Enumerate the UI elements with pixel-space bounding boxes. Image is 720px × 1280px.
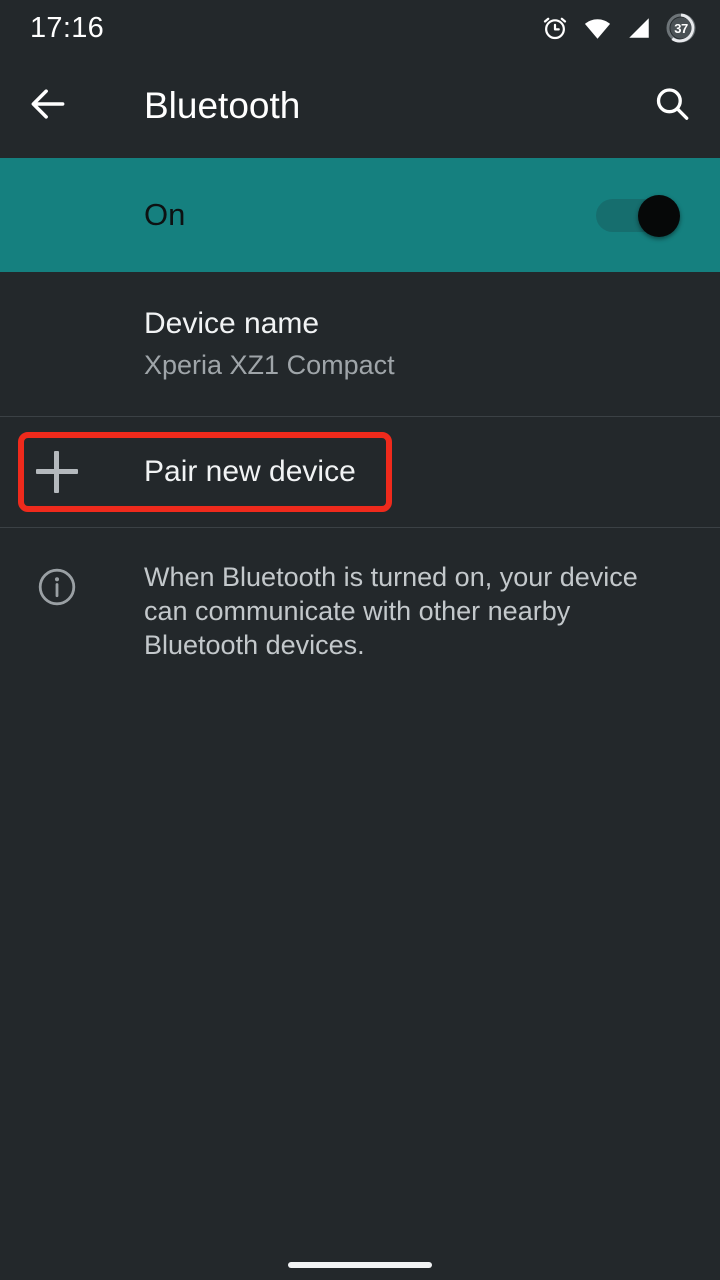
plus-icon xyxy=(36,451,78,493)
battery-icon: 37 xyxy=(666,13,696,43)
app-bar: Bluetooth xyxy=(0,56,720,156)
device-name-title: Device name xyxy=(144,307,320,340)
back-button[interactable] xyxy=(0,56,96,156)
status-bar-icons: 37 xyxy=(541,13,696,43)
device-name-row[interactable]: Device name Xperia XZ1 Compact xyxy=(0,272,720,416)
status-bar-clock: 17:16 xyxy=(30,11,105,44)
battery-level-text: 37 xyxy=(674,20,688,36)
home-indicator[interactable] xyxy=(288,1262,432,1268)
search-button[interactable] xyxy=(624,56,720,156)
info-icon xyxy=(36,566,78,608)
bluetooth-state-label: On xyxy=(144,197,186,232)
bluetooth-info-block: When Bluetooth is turned on, your device… xyxy=(0,528,720,662)
page-title: Bluetooth xyxy=(144,85,301,126)
toggle-thumb xyxy=(638,195,680,237)
alarm-icon xyxy=(541,14,569,42)
bluetooth-toggle-switch[interactable] xyxy=(596,195,684,237)
phone-screen: 17:16 37 Bluetooth On Device name Xperia… xyxy=(0,0,720,1280)
wifi-icon xyxy=(583,14,612,43)
pair-new-device-label: Pair new device xyxy=(144,455,356,488)
settings-list: Device name Xperia XZ1 Compact Pair new … xyxy=(0,272,720,662)
device-name-value: Xperia XZ1 Compact xyxy=(144,350,395,380)
search-icon xyxy=(651,83,693,130)
back-arrow-icon xyxy=(26,82,70,131)
cell-signal-icon xyxy=(626,15,652,41)
pair-new-device-row[interactable]: Pair new device xyxy=(0,417,720,527)
navigation-bar xyxy=(0,1224,720,1280)
bluetooth-master-switch-row[interactable]: On xyxy=(0,158,720,272)
bluetooth-info-text: When Bluetooth is turned on, your device… xyxy=(144,562,638,660)
status-bar: 17:16 37 xyxy=(0,0,720,56)
